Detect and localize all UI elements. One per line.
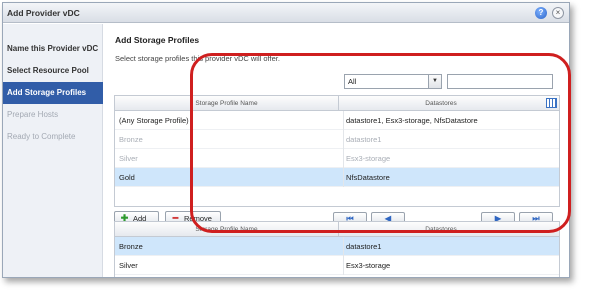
datastores-cell: datastore1, Esx3-storage, NfsDatastore xyxy=(346,116,478,125)
step-prepare-hosts: Prepare Hosts xyxy=(7,110,59,119)
table-row[interactable]: (Any Storage Profile) datastore1, Esx3-s… xyxy=(115,111,559,130)
table-row[interactable]: Bronze datastore1 xyxy=(115,130,559,149)
step-ready-to-complete: Ready to Complete xyxy=(7,132,76,141)
profile-name-cell: Gold xyxy=(119,173,135,182)
columns-icon[interactable] xyxy=(546,98,557,108)
table-row[interactable]: Silver Esx3-storage xyxy=(115,149,559,168)
column-header-datastores[interactable]: Datastores xyxy=(339,222,543,237)
wizard-steps-sidebar: Name this Provider vDC Select Resource P… xyxy=(3,24,103,277)
help-icon[interactable]: ? xyxy=(535,7,547,19)
page-subtitle: Select storage profiles this provider vD… xyxy=(115,54,280,63)
search-input[interactable] xyxy=(447,74,553,89)
table-row[interactable]: Bronze datastore1 xyxy=(115,237,559,256)
window-title: Add Provider vDC xyxy=(7,8,80,18)
profile-name-cell: Bronze xyxy=(119,242,143,251)
table-row[interactable]: Gold NfsDatastore xyxy=(115,168,559,187)
profile-name-cell: Silver xyxy=(119,261,138,270)
column-header-storage-profile-name[interactable]: Storage Profile Name xyxy=(115,96,339,111)
column-header-datastores[interactable]: Datastores xyxy=(339,96,543,111)
add-provider-vdc-dialog: Add Provider vDC ? × Name this Provider … xyxy=(2,2,570,278)
page-title: Add Storage Profiles xyxy=(115,35,200,45)
table-row[interactable]: Silver Esx3-storage xyxy=(115,256,559,275)
chevron-down-icon[interactable]: ▼ xyxy=(428,75,441,88)
profile-name-cell: (Any Storage Profile) xyxy=(119,116,189,125)
step-name-provider-vdc[interactable]: Name this Provider vDC xyxy=(3,38,103,60)
profile-name-cell: Silver xyxy=(119,154,138,163)
selected-profiles-table: Storage Profile Name Datastores Bronze d… xyxy=(114,221,560,277)
datastores-cell: NfsDatastore xyxy=(346,173,390,182)
table-header: Storage Profile Name Datastores xyxy=(115,96,559,111)
datastores-cell: Esx3-storage xyxy=(346,261,391,270)
filter-dropdown[interactable]: All ▼ xyxy=(344,74,442,89)
profile-name-cell: Bronze xyxy=(119,135,143,144)
main-panel: Add Storage Profiles Select storage prof… xyxy=(104,24,569,277)
datastores-cell: datastore1 xyxy=(346,135,382,144)
available-profiles-table: Storage Profile Name Datastores (Any Sto… xyxy=(114,95,560,207)
step-add-storage-profiles[interactable]: Add Storage Profiles xyxy=(3,82,103,104)
table-header: Storage Profile Name Datastores xyxy=(115,222,559,237)
title-bar: Add Provider vDC ? × xyxy=(3,3,569,23)
close-icon[interactable]: × xyxy=(552,7,564,19)
datastores-cell: Esx3-storage xyxy=(346,154,391,163)
column-header-storage-profile-name[interactable]: Storage Profile Name xyxy=(115,222,339,237)
datastores-cell: datastore1 xyxy=(346,242,382,251)
step-select-resource-pool[interactable]: Select Resource Pool xyxy=(3,60,103,82)
filter-selected-value: All xyxy=(348,77,357,86)
